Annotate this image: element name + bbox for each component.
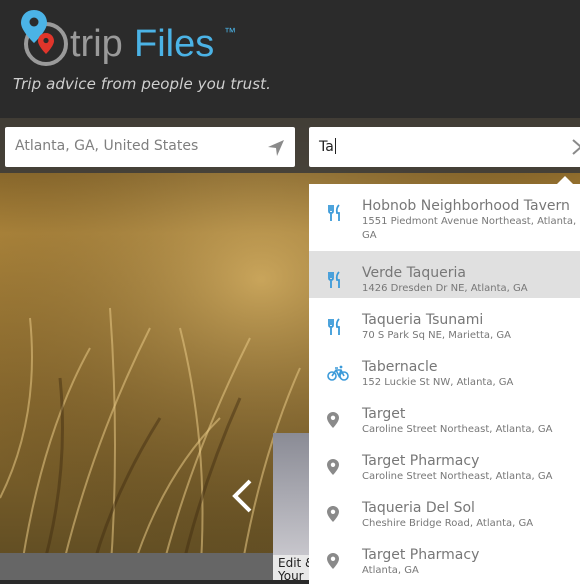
suggestion-name: Tabernacle	[362, 359, 438, 375]
suggestions-dropdown: Hobnob Neighborhood Tavern 1551 Piedmont …	[309, 176, 580, 584]
header: trip Files ™ Trip advice from people you…	[0, 0, 580, 118]
chevron-left-icon[interactable]	[230, 478, 254, 514]
suggestion-item[interactable]: Taqueria Tsunami 70 S Park Sq NE, Mariett…	[309, 298, 580, 345]
suggestion-address: Caroline Street Northeast, Atlanta, GA	[362, 471, 553, 482]
suggestion-name: Hobnob Neighborhood Tavern	[362, 198, 570, 214]
location-input[interactable]: Atlanta, GA, United States	[5, 127, 295, 167]
suggestion-name: Target Pharmacy	[362, 453, 480, 469]
suggestion-address: 1551 Piedmont Avenue Northeast, Atlanta,…	[362, 216, 577, 241]
trip-card-text-line2: Your	[278, 569, 304, 581]
suggestion-name: Taqueria Del Sol	[362, 500, 475, 516]
search-query-value: Ta	[319, 139, 334, 155]
suggestion-address: Caroline Street Northeast, Atlanta, GA	[362, 424, 553, 435]
location-value: Atlanta, GA, United States	[15, 138, 199, 154]
location-pin-icon	[327, 459, 339, 479]
suggestion-name: Verde Taqueria	[362, 265, 466, 281]
suggestion-item[interactable]: Taqueria Del Sol Cheshire Bridge Road, At…	[309, 486, 580, 533]
suggestion-item[interactable]: Hobnob Neighborhood Tavern 1551 Piedmont …	[309, 184, 580, 251]
suggestion-address: Atlanta, GA	[362, 565, 419, 576]
logo-trademark: ™	[224, 25, 236, 39]
restaurant-icon	[327, 271, 343, 293]
navigation-arrow-icon[interactable]	[267, 139, 285, 157]
suggestion-item[interactable]: Target Caroline Street Northeast, Atlanta…	[309, 392, 580, 439]
suggestion-item[interactable]: Target Pharmacy Atlanta, GA	[309, 533, 580, 580]
suggestion-item[interactable]: Target Pharmacy Caroline Street Northeast…	[309, 439, 580, 486]
bicycle-icon	[327, 365, 349, 385]
restaurant-icon	[327, 318, 343, 340]
text-cursor	[334, 138, 336, 154]
location-pin-icon	[327, 553, 339, 573]
tagline: Trip advice from people you trust.	[13, 75, 271, 93]
suggestion-address: 1426 Dresden Dr NE, Atlanta, GA	[362, 283, 528, 294]
trip-card[interactable]: Edit & Your	[273, 433, 309, 580]
suggestion-name: Target Pharmacy	[362, 547, 480, 563]
logo-text-files: Files	[134, 23, 214, 65]
bottom-strip	[0, 553, 273, 580]
suggestion-item[interactable]: Tabernacle 152 Luckie St NW, Atlanta, GA	[309, 345, 580, 392]
chevron-right-icon[interactable]	[571, 138, 580, 156]
tripfiles-logo[interactable]: trip Files ™	[12, 6, 242, 72]
location-pin-icon	[327, 506, 339, 526]
restaurant-icon	[327, 204, 343, 226]
suggestion-name: Taqueria Tsunami	[362, 312, 484, 328]
trip-card-image	[273, 433, 309, 555]
location-pin-icon	[327, 412, 339, 432]
logo-text-trip: trip	[70, 23, 123, 65]
search-input[interactable]: Ta	[309, 127, 580, 167]
suggestion-address: 70 S Park Sq NE, Marietta, GA	[362, 330, 511, 341]
suggestion-item[interactable]: Verde Taqueria 1426 Dresden Dr NE, Atlant…	[309, 251, 580, 298]
suggestion-address: 152 Luckie St NW, Atlanta, GA	[362, 377, 514, 388]
suggestion-address: Cheshire Bridge Road, Atlanta, GA	[362, 518, 534, 529]
suggestion-name: Target	[362, 406, 406, 422]
